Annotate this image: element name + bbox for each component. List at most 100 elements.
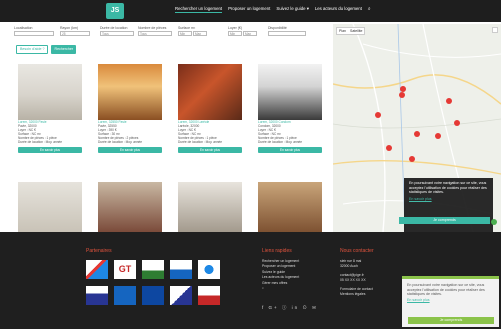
links-title: Liens rapides <box>262 248 292 254</box>
listing-photo[interactable] <box>258 64 322 120</box>
listing-more-button[interactable]: En savoir plus <box>178 147 242 154</box>
availability-input[interactable] <box>268 31 306 36</box>
partner-logo[interactable] <box>86 260 108 279</box>
listing-card[interactable]: Lorem, 32550 Pavie Pavie, 32550 Loyer : … <box>98 64 164 154</box>
partner-logo[interactable] <box>86 286 108 305</box>
contact-title: Nous contacter <box>340 248 374 254</box>
partner-logo[interactable] <box>142 286 164 305</box>
site-logo[interactable]: JS <box>106 3 124 19</box>
partner-logo[interactable] <box>198 260 220 279</box>
filter-surface: Surface m² Min Max <box>178 26 208 36</box>
listing-photo[interactable] <box>98 182 162 232</box>
listing-photo[interactable] <box>98 64 162 120</box>
map-marker <box>375 112 381 118</box>
filter-rooms: Nombre de pièces Tous <box>138 26 172 36</box>
fullscreen-button[interactable] <box>492 27 498 33</box>
listing-details: Lorem, 32000 Laréole Laréole, 32000 Loye… <box>178 120 244 144</box>
surface-max[interactable]: Max <box>193 31 207 36</box>
cookie-text: En poursuivant votre navigation sur ce s… <box>409 181 487 195</box>
status-dot <box>491 219 497 225</box>
partner-logo[interactable] <box>170 260 192 279</box>
nav-guide-label: Suivez le guide <box>276 6 306 11</box>
filter-buttons: Besoin d'aide ? Rechercher <box>16 45 77 54</box>
listing-card[interactable] <box>258 182 324 232</box>
map-marker <box>446 98 452 104</box>
map-tab[interactable]: Plan <box>337 28 348 34</box>
listing-photo[interactable] <box>18 64 82 120</box>
listing-photo[interactable] <box>178 64 242 120</box>
map-marker <box>399 92 405 98</box>
listing-card[interactable] <box>98 182 164 232</box>
availability-label: Disponibilité <box>268 26 287 30</box>
map-marker <box>409 156 415 162</box>
top-nav-bar: JS Rechercher un logement Proposer un lo… <box>0 0 501 22</box>
radius-label: Rayon (km) <box>60 26 79 30</box>
listing-duration: Durée de location : Moy. année <box>178 139 223 144</box>
nav-actors[interactable]: Les acteurs du logement <box>315 6 362 13</box>
listing-card[interactable] <box>178 182 244 232</box>
footer-search-icon[interactable]: ⌕ <box>262 286 299 291</box>
listing-details: Lorem, 32000 Pavie Pavie, 32000 Loyer : … <box>18 120 84 144</box>
listing-more-button[interactable]: En savoir plus <box>98 147 162 154</box>
duration-select[interactable]: Tous <box>100 31 134 36</box>
listing-card[interactable] <box>18 182 84 232</box>
listing-duration: Durée de location : Moy. année <box>258 139 303 144</box>
nav-search-housing[interactable]: Rechercher un logement <box>175 6 223 13</box>
cookie-popup-accept-button[interactable]: Je comprends <box>408 317 494 324</box>
listing-duration: Durée de location : Moy. année <box>18 139 63 144</box>
nav-offer-housing[interactable]: Proposer un logement <box>228 6 270 13</box>
map-marker <box>414 131 420 137</box>
partner-logo[interactable] <box>142 260 164 279</box>
cookie-accept-button[interactable]: Je comprends <box>399 217 490 224</box>
surface-label: Surface m² <box>178 26 196 30</box>
listing-photo[interactable] <box>178 182 242 232</box>
satellite-tab[interactable]: Satellite <box>348 28 364 34</box>
map-marker <box>454 120 460 126</box>
main-nav: Rechercher un logement Proposer un logem… <box>175 6 371 13</box>
listing-details: Lorem, 32000 Condom Condom, 32000 Loyer … <box>258 120 324 144</box>
partner-logo[interactable] <box>170 286 192 305</box>
search-icon[interactable]: ⌕ <box>368 6 371 13</box>
rent-min[interactable]: Min <box>228 31 242 36</box>
legal-link[interactable]: Mentions légales <box>340 292 373 297</box>
partner-logo[interactable]: GT <box>114 260 136 279</box>
search-filters: Localisation Rayon (km) 25 Durée de loca… <box>14 26 330 56</box>
partner-logo[interactable] <box>114 286 136 305</box>
cookie-more-link[interactable]: En savoir plus <box>409 197 488 202</box>
search-button[interactable]: Rechercher <box>51 45 77 54</box>
listing-card[interactable]: Lorem, 32000 Condom Condom, 32000 Loyer … <box>258 64 324 154</box>
listing-more-button[interactable]: En savoir plus <box>18 147 82 154</box>
filter-radius: Rayon (km) 25 <box>60 26 90 36</box>
filter-location: Localisation <box>14 26 54 36</box>
listing-more-button[interactable]: En savoir plus <box>258 147 322 154</box>
footer-link[interactable]: Les acteurs du logement <box>262 275 299 280</box>
filter-duration: Durée de location Tous <box>100 26 134 36</box>
listing-duration: Durée de location : Moy. année <box>98 139 143 144</box>
location-label: Localisation <box>14 26 33 30</box>
partner-logo[interactable] <box>198 286 220 305</box>
results-map[interactable]: Plan Satellite En poursuivant votre navi… <box>333 24 501 232</box>
location-input[interactable] <box>14 31 54 36</box>
rent-max[interactable]: Max <box>243 31 257 36</box>
social-icons[interactable]: f G+ ⓘ in ⊙ ✉ <box>262 305 318 311</box>
map-type-toggle: Plan Satellite <box>336 27 366 35</box>
filter-rent: Loyer (€) Min Max <box>228 26 258 36</box>
listing-card[interactable]: Lorem, 32000 Laréole Laréole, 32000 Loye… <box>178 64 244 154</box>
map-marker <box>386 145 392 151</box>
cookie-popup: En poursuivant votre navigation sur ce s… <box>402 276 499 327</box>
duration-label: Durée de location <box>100 26 128 30</box>
map-marker <box>435 133 441 139</box>
nav-guide[interactable]: Suivez le guide ▾ <box>276 6 309 13</box>
surface-min[interactable]: Min <box>178 31 192 36</box>
rent-label: Loyer (€) <box>228 26 243 30</box>
listing-photo[interactable] <box>258 182 322 232</box>
rooms-label: Nombre de pièces <box>138 26 167 30</box>
listing-photo[interactable] <box>18 182 82 232</box>
cookie-popup-more-link[interactable]: En savoir plus <box>407 298 494 303</box>
radius-input[interactable]: 25 <box>60 31 90 36</box>
quick-links: Rechercher un logement Proposer un logem… <box>262 259 299 291</box>
page: JS Rechercher un logement Proposer un lo… <box>0 0 501 329</box>
rooms-select[interactable]: Tous <box>138 31 172 36</box>
help-button[interactable]: Besoin d'aide ? <box>16 45 49 54</box>
listing-card[interactable]: Lorem, 32000 Pavie Pavie, 32000 Loyer : … <box>18 64 84 154</box>
